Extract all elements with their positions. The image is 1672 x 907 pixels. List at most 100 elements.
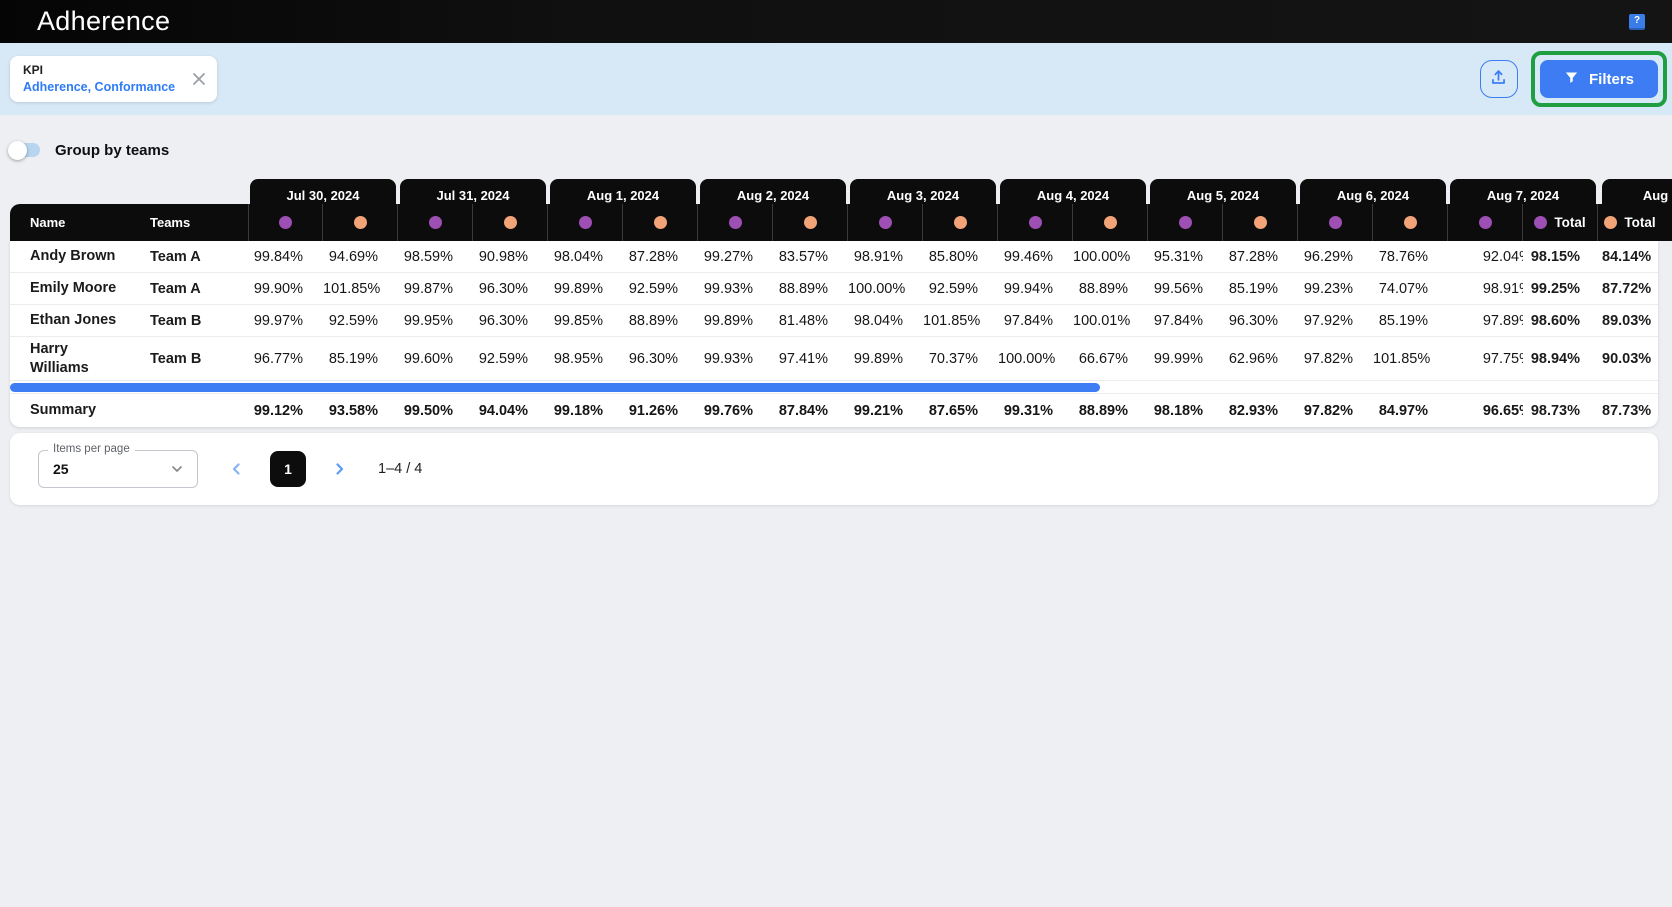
metric-dot-cell <box>923 204 998 241</box>
teams-column-header: Teams <box>130 204 248 241</box>
metric-value: 99.23% <box>1298 281 1373 297</box>
metric-value: 99.60% <box>398 351 473 367</box>
metric-dot-cell <box>773 204 848 241</box>
row-name: Ethan Jones <box>10 311 130 330</box>
previous-page-button[interactable] <box>228 460 246 478</box>
kpi-chip-label: KPI <box>23 62 175 78</box>
next-page-button[interactable] <box>330 460 348 478</box>
metric-value: 74.07% <box>1373 281 1448 297</box>
metric-value: 99.31% <box>998 403 1073 419</box>
metric-value: 99.56% <box>1148 281 1223 297</box>
filters-highlight-frame: Filters <box>1531 51 1667 107</box>
metric-value: 98.18% <box>1148 403 1223 419</box>
metric-value: 100.00% <box>1073 249 1148 265</box>
metric-value: 84.97% <box>1373 403 1448 419</box>
metric-value: 88.89% <box>1073 281 1148 297</box>
orange-dot-icon <box>354 216 367 229</box>
metric-value: 97.84% <box>998 313 1073 329</box>
total-adherence-header: Total <box>1523 204 1598 241</box>
orange-dot-icon <box>1254 216 1267 229</box>
export-button[interactable] <box>1480 60 1518 98</box>
metric-value-clipped: 97.75% <box>1448 350 1523 368</box>
metric-dot-cell <box>548 204 623 241</box>
chevron-down-icon <box>169 461 185 477</box>
metric-value: 62.96% <box>1223 351 1298 367</box>
metric-value: 94.69% <box>323 249 398 265</box>
metric-value: 85.19% <box>323 351 398 367</box>
metric-value: 92.59% <box>323 313 398 329</box>
metric-value-clipped: 98.91% <box>1448 280 1523 298</box>
current-page-button[interactable]: 1 <box>270 451 306 487</box>
metric-value-clipped: 92.04% <box>1448 248 1523 266</box>
metric-value: 90.98% <box>473 249 548 265</box>
total-conformance-value: 90.03% <box>1602 351 1658 367</box>
items-per-page-value: 25 <box>53 461 69 477</box>
metric-value: 100.00% <box>848 281 923 297</box>
row-team: Team B <box>130 351 248 367</box>
metric-value: 70.37% <box>923 351 998 367</box>
purple-dot-icon <box>729 216 742 229</box>
horizontal-scrollbar[interactable] <box>10 383 1100 392</box>
metric-value: 99.89% <box>698 313 773 329</box>
metric-value: 81.48% <box>773 313 848 329</box>
metric-value: 99.76% <box>698 403 773 419</box>
metric-value: 94.04% <box>473 403 548 419</box>
total-conformance-value: 84.14% <box>1602 249 1658 265</box>
broken-image-icon[interactable]: ? <box>1629 14 1645 30</box>
row-name: Harry Williams <box>10 340 130 378</box>
group-by-teams-label: Group by teams <box>55 142 169 159</box>
metric-dot-cell <box>848 204 923 241</box>
metric-value: 88.89% <box>1073 403 1148 419</box>
metric-dot-cell <box>1148 204 1223 241</box>
metric-value: 100.00% <box>998 351 1073 367</box>
group-by-teams-toggle[interactable] <box>10 143 40 157</box>
chevron-left-icon <box>228 460 246 478</box>
items-per-page-label: Items per page <box>48 443 135 455</box>
metric-value: 92.59% <box>473 351 548 367</box>
metric-value: 87.28% <box>623 249 698 265</box>
metric-value: 98.59% <box>398 249 473 265</box>
metric-dot-cell <box>473 204 548 241</box>
metric-value: 96.30% <box>623 351 698 367</box>
metric-value: 99.93% <box>698 281 773 297</box>
metric-value: 88.89% <box>623 313 698 329</box>
subheader-strip: Name Teams TotalTotal <box>10 204 1658 241</box>
total-adherence-value: 98.60% <box>1523 313 1598 329</box>
metric-value: 96.77% <box>248 351 323 367</box>
metric-value: 97.82% <box>1298 403 1373 419</box>
total-adherence-value: 98.94% <box>1523 351 1598 367</box>
table-row: Ethan JonesTeam B99.97%92.59%99.95%96.30… <box>10 305 1658 337</box>
purple-dot-icon <box>1329 216 1342 229</box>
total-adherence-value: 98.15% <box>1523 249 1598 265</box>
metric-dot-cell <box>1073 204 1148 241</box>
page-title: Adherence <box>37 6 170 37</box>
orange-dot-icon <box>954 216 967 229</box>
metric-value: 96.30% <box>473 281 548 297</box>
metric-value: 99.85% <box>548 313 623 329</box>
close-icon[interactable] <box>191 71 207 87</box>
metric-dot-cell <box>998 204 1073 241</box>
metric-value: 66.67% <box>1073 351 1148 367</box>
adherence-table: Jul 30, 2024Jul 31, 2024Aug 1, 2024Aug 2… <box>10 179 1658 427</box>
total-conformance-value: 87.73% <box>1602 403 1658 419</box>
metric-dot-cell <box>1223 204 1298 241</box>
metric-value: 96.29% <box>1298 249 1373 265</box>
orange-dot-icon <box>1604 216 1617 229</box>
metric-value: 99.46% <box>998 249 1073 265</box>
metric-value: 98.91% <box>848 249 923 265</box>
filters-button[interactable]: Filters <box>1540 60 1658 98</box>
metric-value: 98.04% <box>548 249 623 265</box>
purple-dot-icon <box>279 216 292 229</box>
row-team: Team A <box>130 249 248 265</box>
metric-value: 83.57% <box>773 249 848 265</box>
metric-value: 101.85% <box>323 281 398 297</box>
metric-value: 98.04% <box>848 313 923 329</box>
metric-dot-cell <box>248 204 323 241</box>
items-per-page-select[interactable]: Items per page 25 <box>38 450 198 488</box>
toggle-knob <box>8 141 27 160</box>
metric-value: 99.97% <box>248 313 323 329</box>
purple-dot-icon <box>1479 216 1492 229</box>
metric-value: 99.94% <box>998 281 1073 297</box>
kpi-filter-chip[interactable]: KPI Adherence, Conformance <box>10 56 217 101</box>
orange-dot-icon <box>654 216 667 229</box>
